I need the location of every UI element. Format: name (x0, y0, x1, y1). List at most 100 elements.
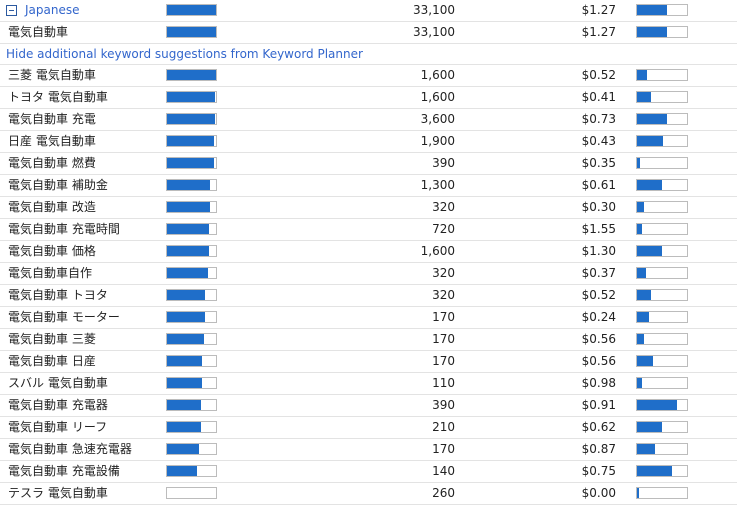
monthly-searches: 1,600 (420, 244, 455, 258)
language-group-header[interactable]: Japanese (6, 4, 80, 17)
competition-bar-fill (167, 334, 205, 344)
keyword-text: 電気自動車 充電 (8, 112, 96, 126)
competition-bar (166, 355, 217, 367)
cpc-bar-fill (637, 422, 662, 432)
monthly-searches: 170 (432, 332, 455, 346)
keyword-text: 電気自動車 急速充電器 (8, 442, 132, 456)
cpc-bar (636, 443, 688, 455)
table-row: スバル 電気自動車 110 $0.98 (0, 373, 737, 395)
cpc-bar-fill (637, 268, 646, 278)
table-row: 三菱 電気自動車 1,600 $0.52 (0, 65, 737, 87)
avg-cpc: $0.91 (581, 398, 616, 412)
competition-bar-fill (167, 202, 211, 212)
cpc-bar (636, 201, 688, 213)
cpc-bar-fill (637, 488, 639, 498)
monthly-searches: 170 (432, 442, 455, 456)
table-row: トヨタ 電気自動車 1,600 $0.41 (0, 87, 737, 109)
competition-bar (166, 399, 217, 411)
cpc-bar-fill (637, 180, 662, 190)
collapse-toggle-icon[interactable] (6, 5, 17, 16)
competition-bar (166, 179, 217, 191)
cpc-bar (636, 69, 688, 81)
competition-bar (166, 113, 217, 125)
competition-bar (166, 377, 217, 389)
language-group-row: Japanese 33,100 $1.27 (0, 0, 737, 22)
monthly-searches: 390 (432, 156, 455, 170)
cpc-bar (636, 289, 688, 301)
monthly-searches: 33,100 (413, 25, 455, 39)
hide-suggestions-link[interactable]: Hide additional keyword suggestions from… (6, 44, 363, 64)
monthly-searches: 140 (432, 464, 455, 478)
keyword-text: 電気自動車 モーター (8, 310, 120, 324)
avg-cpc: $0.41 (581, 90, 616, 104)
keyword-text: 電気自動車 三菱 (8, 332, 96, 346)
monthly-searches: 170 (432, 310, 455, 324)
monthly-searches: 1,900 (420, 134, 455, 148)
avg-cpc: $0.43 (581, 134, 616, 148)
avg-cpc: $1.30 (581, 244, 616, 258)
keyword-text: 電気自動車 価格 (8, 244, 96, 258)
keyword-text: 電気自動車 トヨタ (8, 288, 108, 302)
table-row: 日産 電気自動車 1,900 $0.43 (0, 131, 737, 153)
table-row: 電気自動車 充電時間 720 $1.55 (0, 219, 737, 241)
cpc-bar-fill (637, 356, 653, 366)
avg-cpc: $0.52 (581, 68, 616, 82)
keyword-text: 電気自動車 燃費 (8, 156, 96, 170)
table-row: 電気自動車 価格 1,600 $1.30 (0, 241, 737, 263)
language-group-label[interactable]: Japanese (25, 4, 80, 17)
cpc-bar (636, 157, 688, 169)
keyword-text: スバル 電気自動車 (8, 376, 108, 390)
avg-cpc: $0.24 (581, 310, 616, 324)
competition-bar (166, 289, 217, 301)
avg-cpc: $0.62 (581, 420, 616, 434)
cpc-bar (636, 267, 688, 279)
cpc-bar-fill (637, 400, 677, 410)
cpc-bar (636, 223, 688, 235)
monthly-searches: 720 (432, 222, 455, 236)
keyword-text: テスラ 電気自動車 (8, 486, 108, 500)
cpc-bar (636, 245, 688, 257)
cpc-bar (636, 355, 688, 367)
table-row: 電気自動車 トヨタ 320 $0.52 (0, 285, 737, 307)
keyword-text: 電気自動車 日産 (8, 354, 96, 368)
monthly-searches: 3,600 (420, 112, 455, 126)
keyword-text: 電気自動車 (8, 25, 69, 39)
cpc-bar-fill (637, 5, 667, 15)
cpc-bar-fill (637, 290, 651, 300)
keyword-table: Japanese 33,100 $1.27 電気自動車 33,100 $1.27… (0, 0, 739, 506)
competition-bar-fill (167, 444, 200, 454)
keyword-text: 日産 電気自動車 (8, 134, 96, 148)
avg-cpc: $1.27 (581, 25, 616, 39)
cpc-bar (636, 113, 688, 125)
cpc-bar (636, 421, 688, 433)
competition-bar (166, 487, 217, 499)
competition-bar (166, 26, 217, 38)
competition-bar-fill (167, 114, 216, 124)
competition-bar-fill (167, 158, 215, 168)
competition-bar-fill (167, 312, 206, 322)
cpc-bar (636, 26, 688, 38)
competition-bar (166, 157, 217, 169)
competition-bar (166, 223, 217, 235)
keyword-text: 電気自動車 改造 (8, 200, 96, 214)
cpc-bar-fill (637, 92, 651, 102)
competition-bar-fill (167, 27, 216, 37)
keyword-text: 電気自動車 充電器 (8, 398, 108, 412)
table-row: 電気自動車 充電設備 140 $0.75 (0, 461, 737, 483)
cpc-bar-fill (637, 70, 647, 80)
cpc-bar-fill (637, 224, 642, 234)
table-row: 電気自動車 改造 320 $0.30 (0, 197, 737, 219)
monthly-searches: 1,600 (420, 68, 455, 82)
competition-bar-fill (167, 356, 203, 366)
cpc-bar-fill (637, 466, 672, 476)
avg-cpc: $0.00 (581, 486, 616, 500)
cpc-bar-fill (637, 246, 662, 256)
competition-bar-fill (167, 246, 210, 256)
cpc-bar-fill (637, 444, 655, 454)
cpc-bar (636, 91, 688, 103)
cpc-bar-fill (637, 334, 644, 344)
cpc-bar-fill (637, 27, 667, 37)
competition-bar-fill (167, 5, 216, 15)
competition-bar (166, 267, 217, 279)
avg-cpc: $0.56 (581, 354, 616, 368)
